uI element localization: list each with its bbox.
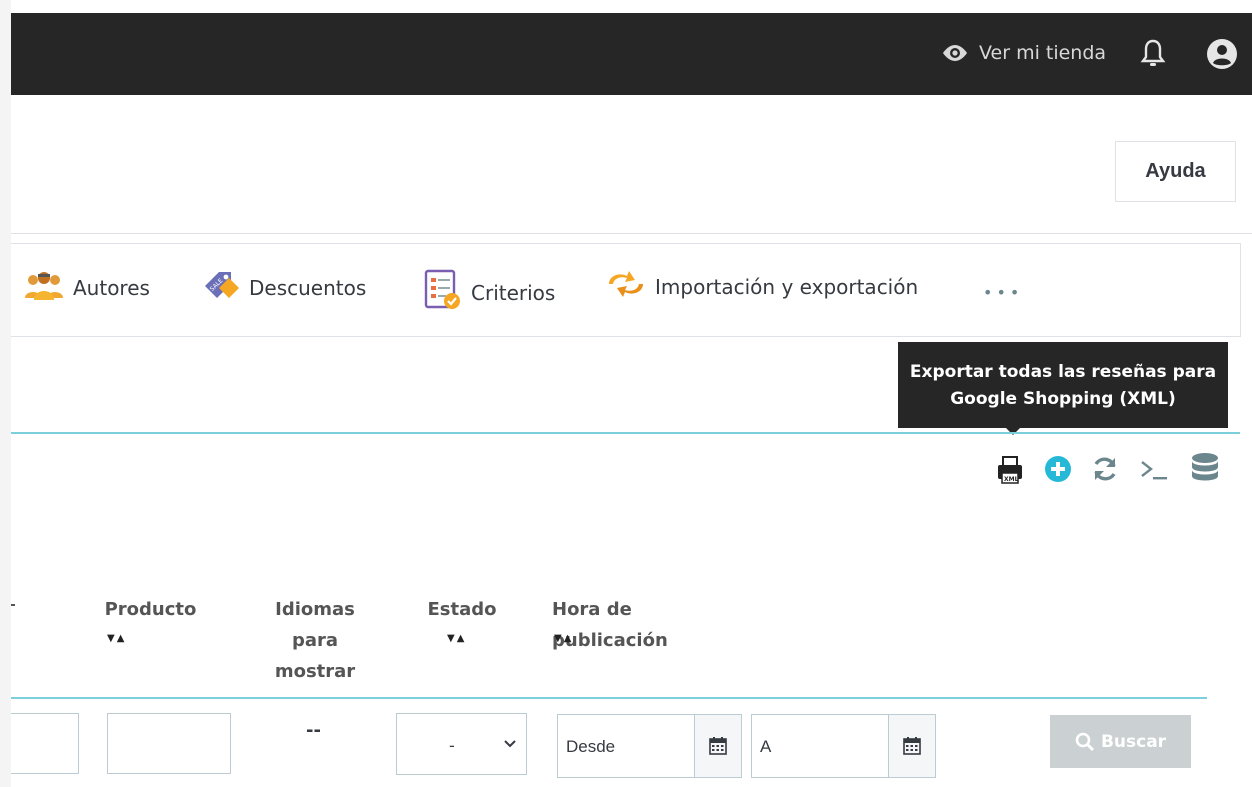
column-edge-mark [11, 604, 15, 606]
search-button[interactable]: Buscar [1050, 715, 1191, 768]
sort-producto[interactable]: ▼▲ [107, 633, 126, 644]
tab-criterios-label: Criterios [471, 280, 556, 305]
filter-hasta-input[interactable]: A [751, 714, 889, 778]
terminal-icon[interactable] [1139, 456, 1171, 488]
tooltip-line-1: Exportar todas las reseñas para [909, 362, 1217, 382]
help-button[interactable]: Ayuda [1115, 141, 1236, 202]
tab-autores-label: Autores [73, 275, 150, 300]
tab-criterios[interactable]: Criterios [423, 269, 555, 316]
tab-descuentos[interactable]: SALE Descuentos [201, 268, 366, 307]
filter-idiomas-placeholder: -- [306, 720, 321, 741]
chevron-down-icon [503, 736, 517, 755]
left-edge [0, 0, 11, 787]
tab-importacion-exportacion[interactable]: Importación y exportación [605, 268, 918, 305]
filter-desde-input[interactable]: Desde [557, 714, 695, 778]
th-idiomas-line-3: mostrar [274, 661, 356, 682]
import-export-icon [605, 268, 647, 305]
th-hora-publicacion: Hora de publicación [552, 594, 752, 656]
criteria-icon [423, 269, 463, 316]
tooltip-line-2: Google Shopping (XML) [950, 389, 1176, 409]
table-header-border [11, 697, 1207, 699]
filter-desde-placeholder: Desde [566, 737, 616, 756]
th-estado: Estado [420, 594, 504, 625]
xml-badge: XML [1004, 476, 1019, 483]
sort-estado[interactable]: ▼▲ [447, 633, 466, 644]
header-divider [11, 233, 1252, 234]
th-idiomas: Idiomas para mostrar [265, 594, 365, 687]
account-icon[interactable] [1206, 38, 1238, 74]
refresh-icon[interactable] [1091, 455, 1119, 487]
discount-tag-icon: SALE [201, 268, 241, 307]
tab-autores[interactable]: Autores [23, 268, 150, 307]
notifications-bell-icon[interactable] [1140, 38, 1166, 74]
calendar-desde-icon[interactable] [694, 714, 742, 778]
th-estado-label: Estado [427, 599, 497, 620]
calendar-hasta-icon[interactable] [888, 714, 936, 778]
filter-producto-input[interactable] [107, 713, 231, 774]
sort-hora-publicacion[interactable]: ▼▲ [554, 633, 573, 644]
eye-icon [943, 45, 967, 61]
search-icon [1075, 732, 1094, 751]
th-idiomas-line-1: Idiomas [275, 599, 355, 620]
database-icon[interactable] [1190, 452, 1220, 490]
tab-descuentos-label: Descuentos [249, 275, 367, 300]
view-shop-link[interactable]: Ver mi tienda [940, 39, 1106, 67]
th-producto-label: Producto [104, 599, 197, 620]
view-shop-label: Ver mi tienda [979, 42, 1107, 64]
xml-export-icon[interactable]: XML [996, 455, 1024, 489]
filter-prev-column-input[interactable] [11, 713, 79, 774]
authors-icon [23, 268, 65, 307]
th-idiomas-line-2: para [291, 630, 339, 651]
filter-hasta-placeholder: A [760, 737, 772, 756]
filter-estado-select[interactable]: - [396, 713, 527, 775]
export-xml-tooltip: Exportar todas las reseñas para Google S… [898, 342, 1228, 428]
page: Ver mi tienda Ayuda Autores SALE Descuen… [0, 0, 1252, 787]
add-icon[interactable] [1044, 455, 1072, 487]
th-producto: Producto [103, 594, 198, 625]
panel-top-border [11, 432, 1240, 434]
filter-estado-value: - [449, 736, 455, 755]
tab-importacion-label: Importación y exportación [655, 274, 919, 299]
tabs-more-button[interactable]: ••• [983, 283, 1023, 302]
search-button-label: Buscar [1100, 731, 1167, 752]
